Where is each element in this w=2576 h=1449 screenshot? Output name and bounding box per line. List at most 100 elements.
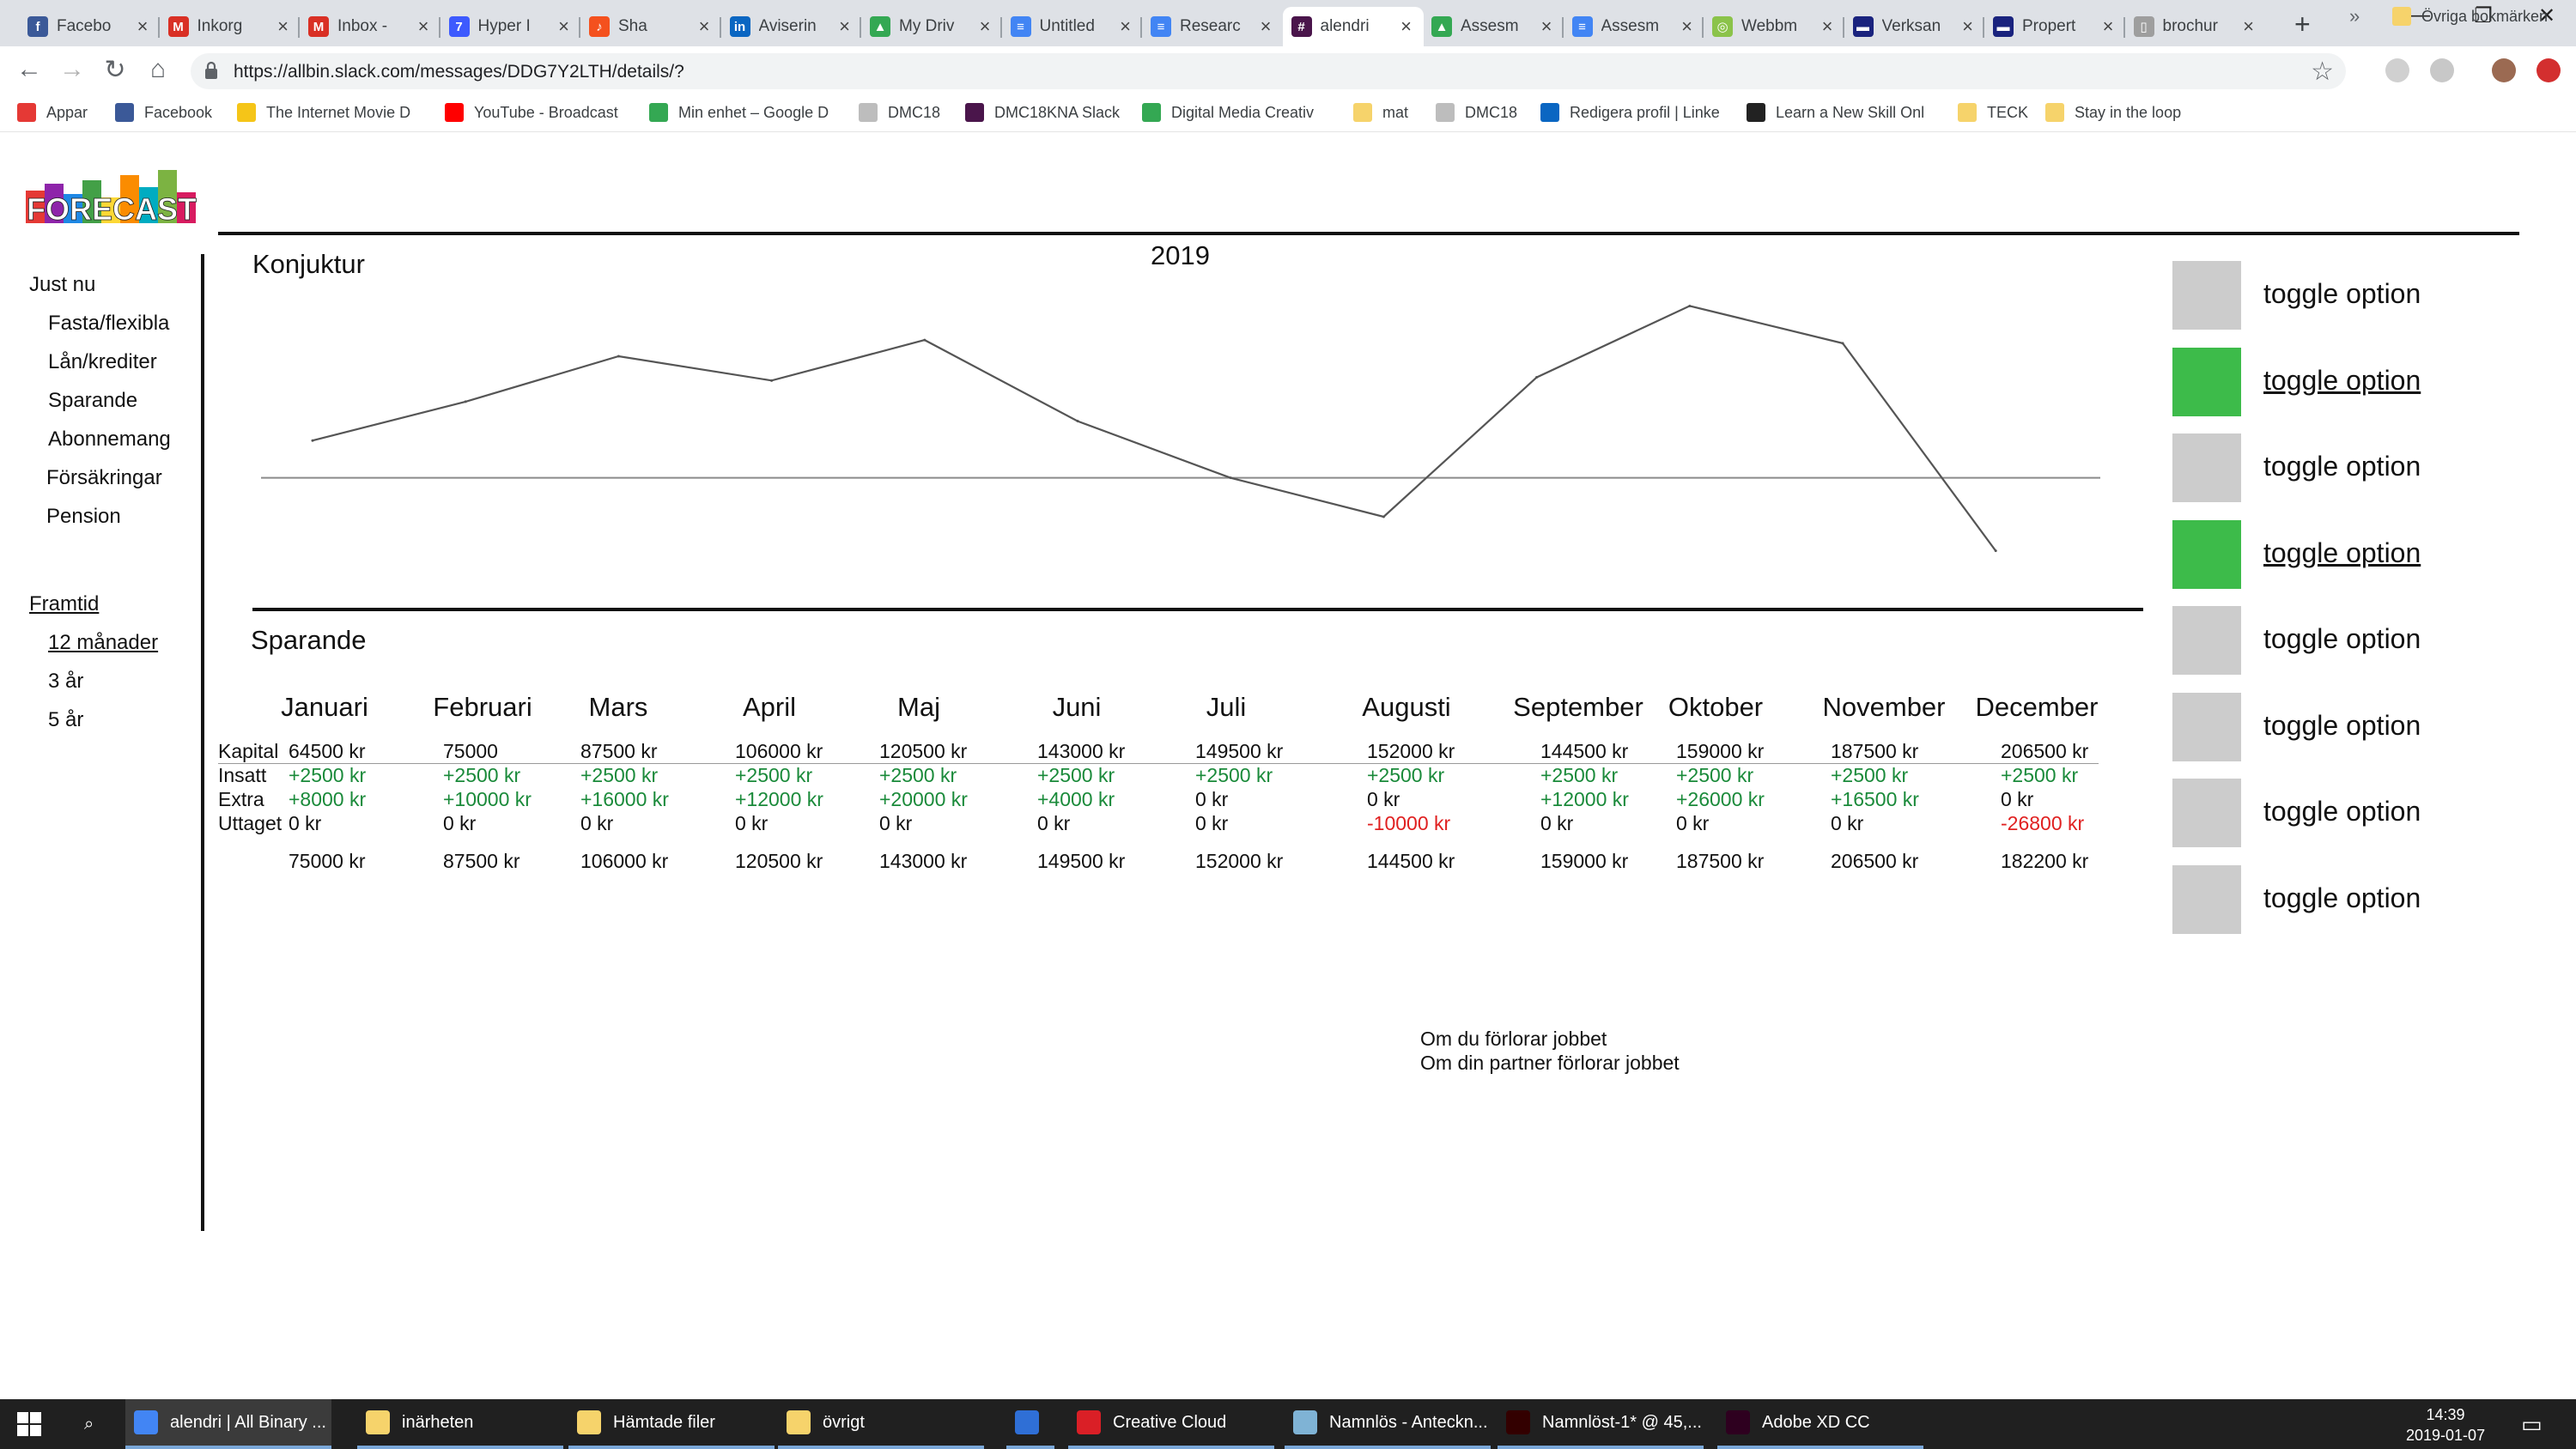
close-tab-icon[interactable]: ×	[696, 15, 713, 38]
toggle-checkbox[interactable]	[2172, 779, 2241, 847]
sidebar-item-pension[interactable]: Pension	[46, 505, 121, 529]
close-tab-icon[interactable]: ×	[1959, 15, 1977, 38]
close-tab-icon[interactable]: ×	[1819, 15, 1836, 38]
toggle-label[interactable]: toggle option	[2263, 882, 2421, 914]
taskbar-item[interactable]: Adobe XD CC	[1717, 1399, 1923, 1449]
sidebar-item-sparande[interactable]: Sparande	[48, 389, 137, 413]
profile-avatar[interactable]	[2492, 58, 2516, 82]
browser-tab[interactable]: M Inbox - ×	[300, 7, 440, 46]
bookmark-item[interactable]: DMC18	[859, 103, 940, 122]
toggle-checkbox[interactable]	[2172, 864, 2241, 934]
toggle-label[interactable]: toggle option	[2263, 623, 2421, 655]
close-tab-icon[interactable]: ×	[976, 15, 993, 38]
close-tab-icon[interactable]: ×	[836, 15, 854, 38]
bookmark-item[interactable]: Stay in the loop	[2045, 103, 2181, 122]
sidebar-item-abonnemang[interactable]: Abonnemang	[48, 427, 171, 452]
toggle-checkbox[interactable]	[2172, 519, 2241, 589]
reload-icon[interactable]: ↻	[98, 55, 132, 85]
url-text[interactable]: https://allbin.slack.com/messages/DDG7Y2…	[234, 62, 684, 82]
toggle-checkbox[interactable]	[2172, 261, 2241, 330]
taskbar-item[interactable]	[1006, 1399, 1054, 1449]
new-tab-button[interactable]: +	[2294, 9, 2311, 40]
browser-tab[interactable]: in Aviserin ×	[721, 7, 862, 46]
bookmark-item[interactable]: Facebook	[115, 103, 212, 122]
close-tab-icon[interactable]: ×	[1257, 15, 1274, 38]
sidebar-item-lan[interactable]: Lån/krediter	[48, 350, 157, 374]
taskbar-item[interactable]: alendri | All Binary ...	[125, 1399, 331, 1449]
sidebar-item-fasta[interactable]: Fasta/flexibla	[48, 312, 169, 336]
scenario-job-loss[interactable]: Om du förlorar jobbet	[1420, 1028, 1607, 1051]
close-tab-icon[interactable]: ×	[275, 15, 292, 38]
toggle-checkbox[interactable]	[2172, 347, 2241, 416]
bookmark-other[interactable]: Övriga bokmärken	[2392, 7, 2548, 26]
home-icon[interactable]: ⌂	[141, 55, 175, 84]
bookmark-item[interactable]: Learn a New Skill Onl	[1747, 103, 1924, 122]
browser-tab[interactable]: ♪ Sha ×	[580, 7, 721, 46]
close-tab-icon[interactable]: ×	[1117, 15, 1134, 38]
browser-tab[interactable]: ≡ Researc ×	[1142, 7, 1283, 46]
sidebar-item-3-years[interactable]: 3 år	[48, 670, 83, 694]
taskbar-item[interactable]: Namnlöst-1* @ 45,...	[1498, 1399, 1704, 1449]
bookmark-item[interactable]: mat	[1353, 103, 1408, 122]
sidebar-item-12-months[interactable]: 12 månader	[48, 631, 158, 655]
close-tab-icon[interactable]: ×	[415, 15, 432, 38]
browser-tab[interactable]: f Facebo ×	[19, 7, 160, 46]
close-tab-icon[interactable]: ×	[134, 15, 151, 38]
close-tab-icon[interactable]: ×	[1398, 15, 1415, 38]
bookmark-item[interactable]: TECK	[1958, 103, 2028, 122]
browser-tab[interactable]: ▲ My Driv ×	[861, 7, 1002, 46]
bookmark-item[interactable]: DMC18	[1436, 103, 1517, 122]
start-button[interactable]	[17, 1399, 41, 1449]
toggle-label[interactable]: toggle option	[2263, 365, 2421, 397]
back-icon[interactable]: ←	[12, 55, 46, 84]
toggle-label[interactable]: toggle option	[2263, 451, 2421, 482]
browser-tab[interactable]: ▯ brochur ×	[2125, 7, 2266, 46]
toggle-checkbox[interactable]	[2172, 692, 2241, 761]
toggle-label[interactable]: toggle option	[2263, 537, 2421, 569]
bookmark-item[interactable]: Digital Media Creativ	[1142, 103, 1314, 122]
close-tab-icon[interactable]: ×	[556, 15, 573, 38]
extension-icon[interactable]	[2385, 58, 2409, 82]
browser-tab[interactable]: ▬ Propert ×	[1984, 7, 2125, 46]
taskbar-item[interactable]: Hämtade filer	[568, 1399, 775, 1449]
bookmark-item[interactable]: DMC18KNA Slack	[965, 103, 1120, 122]
browser-tab[interactable]: ◎ Webbm ×	[1704, 7, 1844, 46]
toggle-checkbox[interactable]	[2172, 433, 2241, 502]
close-tab-icon[interactable]: ×	[2099, 15, 2117, 38]
sidebar-item-forsakringar[interactable]: Försäkringar	[46, 466, 162, 490]
browser-tab[interactable]: M Inkorg ×	[160, 7, 301, 46]
extension-icon[interactable]	[2537, 58, 2561, 82]
toggle-checkbox[interactable]	[2172, 606, 2241, 675]
bookmark-item[interactable]: Min enhet – Google D	[649, 103, 829, 122]
notifications-icon[interactable]: ▭	[2521, 1399, 2543, 1449]
taskbar-item[interactable]: inärheten	[357, 1399, 563, 1449]
taskbar-clock[interactable]: 14:39 2019-01-07	[2406, 1404, 2485, 1446]
sidebar-heading-now[interactable]: Just nu	[29, 273, 95, 297]
browser-tab[interactable]: 7 Hyper I ×	[440, 7, 581, 46]
toggle-label[interactable]: toggle option	[2263, 278, 2421, 310]
close-tab-icon[interactable]: ×	[2240, 15, 2257, 38]
browser-tab[interactable]: ≡ Untitled ×	[1002, 7, 1143, 46]
bookmarks-overflow-icon[interactable]: »	[2349, 5, 2360, 27]
sidebar-heading-future[interactable]: Framtid	[29, 592, 99, 616]
extension-icon[interactable]	[2430, 58, 2454, 82]
bookmark-item[interactable]: YouTube - Broadcast	[445, 103, 618, 122]
browser-tab[interactable]: ≡ Assesm ×	[1564, 7, 1704, 46]
toggle-label[interactable]: toggle option	[2263, 710, 2421, 742]
sidebar-item-5-years[interactable]: 5 år	[48, 708, 83, 732]
bookmark-item[interactable]: Redigera profil | Linke	[1540, 103, 1720, 122]
bookmark-star-icon[interactable]: ☆	[2311, 57, 2334, 87]
taskbar-item[interactable]: övrigt	[778, 1399, 984, 1449]
browser-tab[interactable]: # alendri ×	[1282, 7, 1424, 46]
bookmark-item[interactable]: The Internet Movie D	[237, 103, 410, 122]
taskbar-item[interactable]: Creative Cloud	[1068, 1399, 1274, 1449]
search-icon[interactable]: ⌕	[84, 1399, 94, 1449]
forward-icon[interactable]: →	[55, 55, 89, 84]
browser-tab[interactable]: ▲ Assesm ×	[1423, 7, 1564, 46]
close-tab-icon[interactable]: ×	[1679, 15, 1696, 38]
scenario-partner-job-loss[interactable]: Om din partner förlorar jobbet	[1420, 1052, 1680, 1075]
omnibox[interactable]: https://allbin.slack.com/messages/DDG7Y2…	[191, 53, 2346, 89]
taskbar-item[interactable]: Namnlös - Anteckn...	[1285, 1399, 1491, 1449]
browser-tab[interactable]: ▬ Verksan ×	[1844, 7, 1985, 46]
close-tab-icon[interactable]: ×	[1538, 15, 1555, 38]
